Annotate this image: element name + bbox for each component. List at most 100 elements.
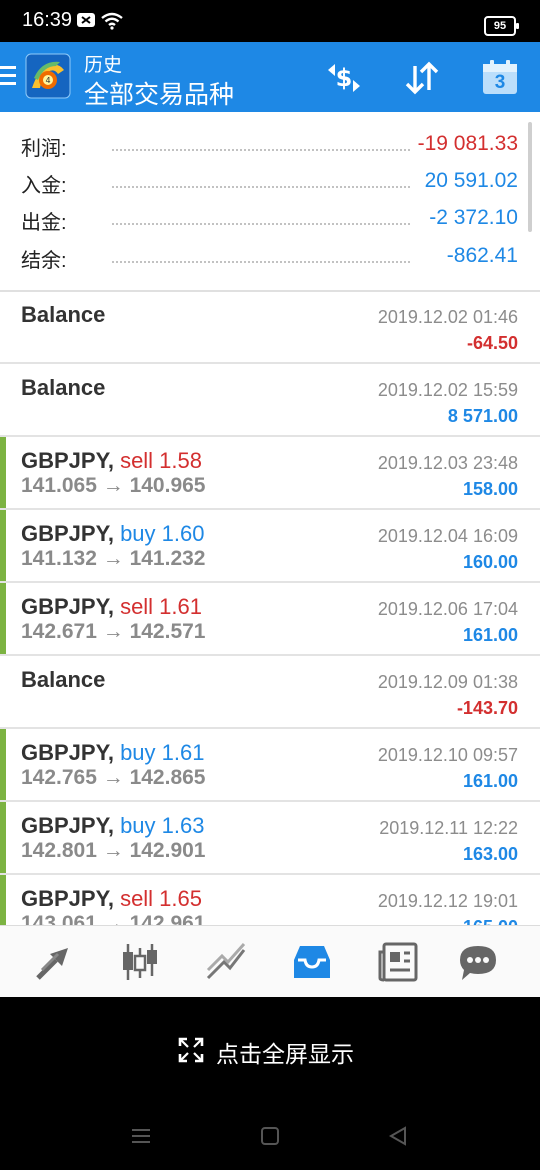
dot-leader — [112, 261, 410, 263]
fullscreen-label[interactable]: 点击全屏显示 — [216, 1035, 354, 1069]
balance-row[interactable]: Balance 2019.12.02 01:46 -64.50 — [0, 291, 540, 364]
deal-date: 2019.12.10 09:57 — [377, 745, 518, 765]
deals-list[interactable]: Balance 2019.12.02 01:46 -64.50 Balance … — [0, 291, 540, 925]
symbol-name: GBPJPY, — [21, 886, 114, 911]
dot-leader — [112, 186, 410, 188]
summary-value: 20 591.02 — [424, 169, 518, 192]
balance-row[interactable]: Balance 2019.12.09 01:38 -143.70 — [0, 656, 540, 729]
system-menu-icon[interactable] — [130, 1125, 152, 1147]
summary-panel: 利润: -19 081.33 入金: 20 591.02 出金: -2 372.… — [0, 112, 540, 292]
inbox-tray-icon[interactable] — [290, 940, 334, 984]
deal-date: 2019.12.02 01:46 — [377, 307, 518, 327]
deal-symbol: GBPJPY, sell 1.58 — [21, 448, 202, 474]
deal-date: 2019.12.11 12:22 — [379, 818, 518, 838]
trade-row[interactable]: GBPJPY, sell 1.65 143.061 → 142.961 2019… — [0, 875, 540, 925]
deal-prices: 143.061 → 142.961 — [21, 912, 206, 925]
summary-row-profit: 利润: -19 081.33 — [0, 128, 540, 165]
candlestick-icon[interactable] — [118, 940, 162, 984]
trend-lines-icon[interactable] — [204, 940, 248, 984]
deal-side: buy 1.63 — [120, 813, 205, 838]
deal-title: Balance — [21, 302, 106, 327]
deal-side: sell 1.65 — [120, 886, 203, 911]
calendar-day: 3 — [494, 72, 506, 93]
deal-symbol: GBPJPY, buy 1.61 — [21, 740, 204, 766]
summary-value: -862.41 — [446, 244, 518, 267]
svg-text:$: $ — [336, 64, 353, 92]
battery-indicator: 95 — [484, 16, 519, 36]
trade-row[interactable]: GBPJPY, buy 1.61 142.765 → 142.865 2019.… — [0, 729, 540, 802]
trade-row[interactable]: GBPJPY, sell 1.61 142.671 → 142.571 2019… — [0, 583, 540, 656]
deal-side: buy 1.60 — [120, 521, 205, 546]
deal-symbol: GBPJPY, buy 1.60 — [21, 521, 204, 547]
deal-date: 2019.12.06 17:04 — [377, 599, 518, 619]
summary-row-withdrawal: 出金: -2 372.10 — [0, 202, 540, 239]
deal-profit: 165.00 — [463, 917, 518, 925]
deal-prices: 142.765 → 142.865 — [21, 766, 206, 789]
system-back-icon[interactable] — [387, 1125, 409, 1147]
deal-date: 2019.12.04 16:09 — [377, 526, 518, 546]
page-title: 全部交易品种 — [84, 81, 235, 109]
deal-profit: -143.70 — [456, 698, 518, 718]
symbol-name: GBPJPY, — [21, 740, 114, 765]
status-time: 16:39 — [22, 9, 73, 31]
deal-date: 2019.12.03 23:48 — [377, 453, 518, 473]
trade-row[interactable]: GBPJPY, sell 1.58 141.065 → 140.965 2019… — [0, 437, 540, 510]
summary-label: 结余: — [21, 250, 67, 272]
deal-side: sell 1.61 — [120, 594, 203, 619]
trade-stripe — [0, 583, 6, 654]
deal-title: Balance — [21, 667, 106, 692]
deal-symbol: GBPJPY, sell 1.61 — [21, 594, 202, 620]
wifi-icon — [101, 12, 123, 30]
metatrader-logo-icon: 4 — [25, 53, 71, 99]
expand-fullscreen-icon[interactable] — [178, 1037, 204, 1063]
newspaper-icon[interactable] — [376, 940, 420, 984]
system-home-icon[interactable] — [259, 1125, 281, 1147]
summary-value: -19 081.33 — [417, 132, 518, 155]
trade-row[interactable]: GBPJPY, buy 1.60 141.132 → 141.232 2019.… — [0, 510, 540, 583]
balance-row[interactable]: Balance 2019.12.02 15:59 8 571.00 — [0, 364, 540, 437]
summary-row-balance: 结余: -862.41 — [0, 240, 540, 277]
sort-icon[interactable] — [402, 58, 442, 98]
quotes-arrows-icon[interactable] — [32, 940, 76, 984]
trade-stripe — [0, 802, 6, 873]
deal-symbol: GBPJPY, sell 1.65 — [21, 886, 202, 912]
summary-label: 利润: — [21, 138, 67, 160]
calendar-icon[interactable]: 3 — [480, 58, 520, 98]
bottom-navigation — [0, 925, 540, 998]
deal-side: sell 1.58 — [120, 448, 203, 473]
summary-row-deposit: 入金: 20 591.02 — [0, 165, 540, 202]
summary-label: 出金: — [21, 212, 67, 234]
status-bar: 16:39 95 — [0, 0, 540, 42]
deal-date: 2019.12.09 01:38 — [377, 672, 518, 692]
deal-prices: 141.065 → 140.965 — [21, 474, 206, 497]
app-bar: 4 历史 全部交易品种 $ 3 — [0, 42, 540, 112]
symbol-name: GBPJPY, — [21, 448, 114, 473]
deal-symbol: GBPJPY, buy 1.63 — [21, 813, 204, 839]
fullscreen-bar: 点击全屏显示 — [0, 997, 540, 1170]
svg-text:4: 4 — [45, 76, 50, 85]
summary-label: 入金: — [21, 175, 67, 197]
trade-row[interactable]: GBPJPY, buy 1.63 142.801 → 142.901 2019.… — [0, 802, 540, 875]
deal-title: Balance — [21, 375, 106, 400]
symbol-name: GBPJPY, — [21, 813, 114, 838]
deal-prices: 142.671 → 142.571 — [21, 620, 206, 643]
header-subtitle: 历史 — [84, 55, 123, 76]
deal-profit: 158.00 — [462, 479, 518, 499]
deal-prices: 142.801 → 142.901 — [21, 839, 206, 862]
menu-icon[interactable] — [0, 66, 16, 86]
deal-profit: 160.00 — [462, 552, 518, 572]
currency-exchange-icon[interactable]: $ — [324, 58, 364, 98]
deal-date: 2019.12.12 19:01 — [377, 891, 518, 911]
chat-bubble-icon[interactable] — [456, 940, 500, 984]
deal-profit: 161.00 — [462, 771, 518, 791]
deal-profit: -64.50 — [466, 333, 518, 353]
deal-date: 2019.12.02 15:59 — [377, 380, 518, 400]
deal-profit: 163.00 — [462, 844, 518, 864]
trade-stripe — [0, 510, 6, 581]
trade-stripe — [0, 437, 6, 508]
deal-prices: 141.132 → 141.232 — [21, 547, 206, 570]
trade-stripe — [0, 729, 6, 800]
scrollbar[interactable] — [528, 122, 532, 232]
deal-profit: 161.00 — [462, 625, 518, 645]
symbol-name: GBPJPY, — [21, 521, 114, 546]
